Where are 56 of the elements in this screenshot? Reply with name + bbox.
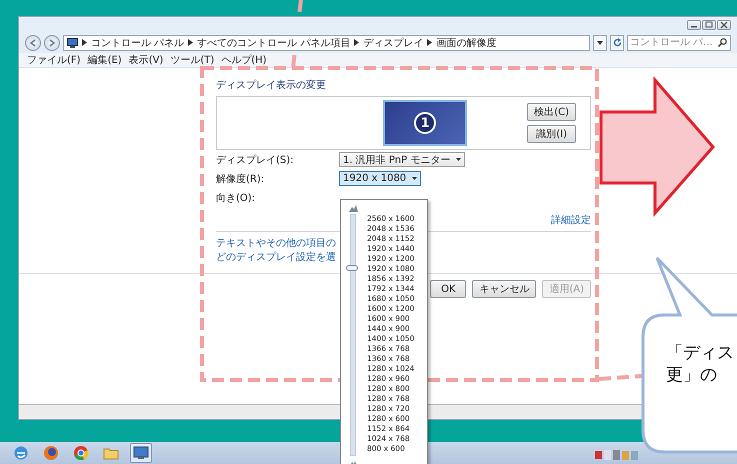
monitor-tile[interactable]: 1 [383, 100, 468, 146]
dropdown[interactable]: 1. 汎用非 PnP モニター [339, 152, 466, 167]
advanced-settings-link[interactable]: 詳細設定 [551, 213, 591, 227]
callout-text: 「ディス [666, 342, 734, 364]
menu-item[interactable]: 編集(E) [88, 53, 122, 67]
panel-button[interactable]: 識別(I) [527, 125, 576, 143]
history-dropdown-button[interactable] [593, 34, 607, 50]
menu-item[interactable]: 表示(V) [128, 53, 164, 67]
forward-button[interactable] [44, 34, 60, 50]
search-field[interactable]: コントロール パ... [627, 34, 731, 50]
menu-item[interactable]: ファイル(F) [27, 53, 81, 67]
monitor-number: 1 [414, 112, 436, 134]
maximize-button[interactable] [702, 20, 716, 30]
maximize-icon [703, 21, 715, 29]
landscape-icon [348, 204, 358, 212]
breadcrumb-item[interactable]: ディスプレイ [363, 36, 424, 50]
browser-icon [73, 445, 89, 461]
dialog-button[interactable]: OK [430, 280, 466, 298]
back-button[interactable] [25, 34, 41, 50]
browser-icon [43, 445, 59, 461]
field-label: 向き(O): [216, 192, 256, 204]
browser-icon [13, 445, 29, 461]
dropdown[interactable]: 1920 x 1080 [339, 171, 422, 186]
address-field[interactable]: コントロール パネル すべてのコントロール パネル項目 ディスプレイ 画面の解像度 [63, 34, 590, 50]
close-button[interactable] [717, 20, 731, 30]
leader-line [598, 374, 642, 381]
computer-icon [67, 38, 78, 48]
breadcrumb-arrow-icon[interactable] [354, 39, 360, 46]
field-label: 解像度(R): [216, 172, 266, 186]
taskbar-button[interactable] [130, 443, 152, 463]
refresh-icon [612, 38, 622, 47]
breadcrumb-arrow-icon[interactable] [427, 39, 432, 46]
breadcrumb-item[interactable]: すべてのコントロール パネル項目 [197, 36, 350, 50]
help-link[interactable]: テキストやその他の項目の [216, 237, 336, 251]
breadcrumb-item[interactable]: コントロール パネル [91, 36, 184, 50]
close-icon [718, 21, 730, 29]
slider-thumb[interactable] [346, 264, 358, 271]
caret-icon [412, 177, 418, 180]
breadcrumb-item[interactable]: 画面の解像度 [436, 36, 496, 50]
dialog-button[interactable]: キャンセル [472, 280, 536, 298]
panel-button[interactable]: 検出(C) [527, 103, 576, 121]
refresh-button[interactable] [610, 34, 624, 50]
caret-icon [597, 40, 603, 44]
minimize-button[interactable] [687, 20, 701, 30]
callout-text: 更」の [666, 364, 718, 386]
breadcrumb-arrow-icon[interactable] [188, 39, 194, 46]
section-heading: ディスプレイ表示の変更 [216, 78, 327, 92]
help-link[interactable]: どのディスプレイ設定を選 [216, 251, 336, 265]
monitor-icon [133, 445, 149, 461]
breadcrumb-arrow-icon[interactable] [82, 39, 87, 46]
caret-icon [456, 158, 462, 161]
menu-item[interactable]: ツール(T) [170, 53, 214, 67]
menu-item[interactable]: ヘルプ(H) [221, 53, 267, 67]
field-label: ディスプレイ(S): [216, 154, 295, 166]
search-icon[interactable] [718, 38, 727, 47]
tray-icons-drawing [595, 449, 639, 461]
